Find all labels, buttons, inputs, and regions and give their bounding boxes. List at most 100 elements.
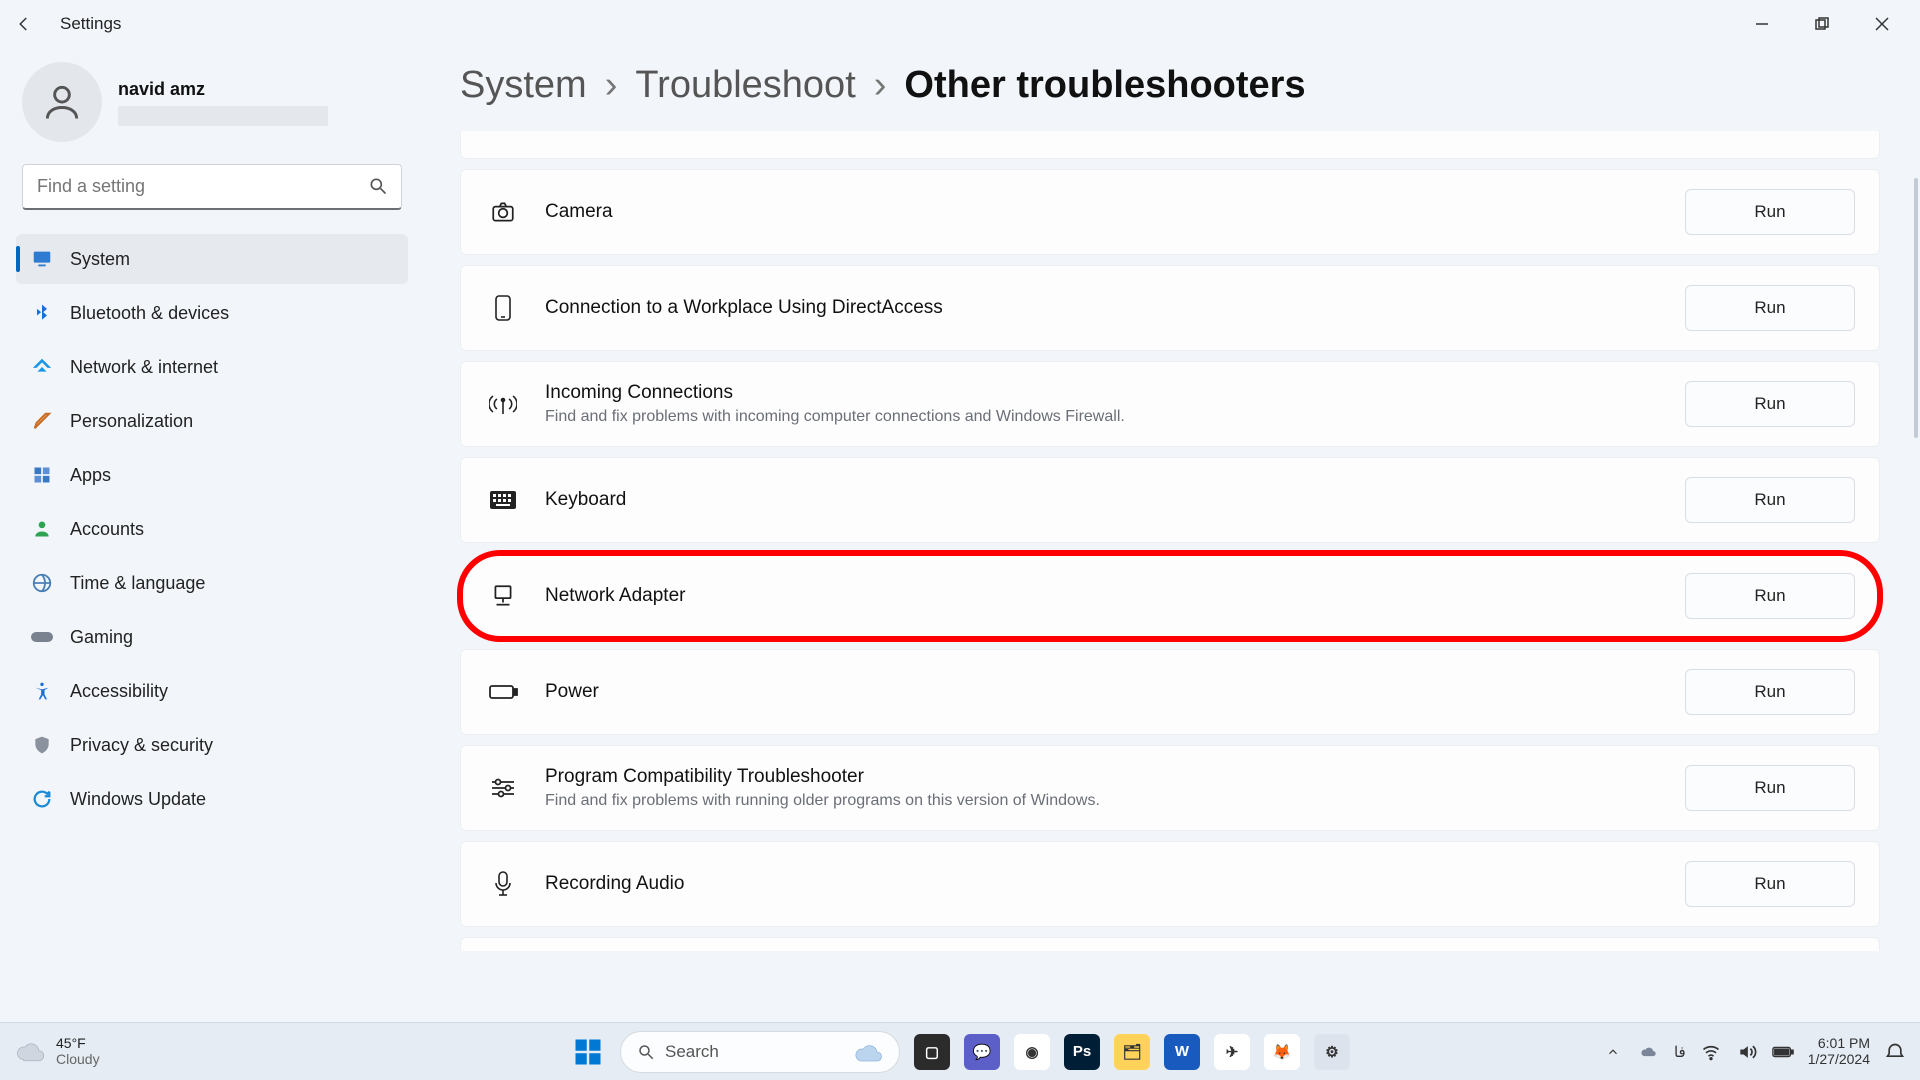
mic-icon: [485, 870, 521, 898]
system-tray: فا 6:01 PM 1/27/2024: [1602, 1036, 1906, 1067]
taskbar-app-word[interactable]: W: [1164, 1034, 1200, 1070]
nav-item-apps[interactable]: Apps: [16, 450, 408, 500]
taskbar-app-teams[interactable]: 💬: [964, 1034, 1000, 1070]
taskbar-app-task-view[interactable]: ▢: [914, 1034, 950, 1070]
nav-item-time-language[interactable]: Time & language: [16, 558, 408, 608]
weather-temp: 45°F: [56, 1036, 100, 1051]
nav-item-system[interactable]: System: [16, 234, 408, 284]
onedrive-icon[interactable]: [1638, 1042, 1660, 1062]
start-button[interactable]: [570, 1034, 606, 1070]
shield-icon: [30, 733, 54, 757]
run-button-network[interactable]: Run: [1685, 573, 1855, 619]
title-bar: Settings: [0, 0, 1920, 48]
nav-item-network-internet[interactable]: Network & internet: [16, 342, 408, 392]
antenna-icon: [485, 392, 521, 416]
nav-list: System Bluetooth & devices Network & inter…: [16, 234, 408, 824]
search-wrapper: [22, 164, 402, 210]
main-panel: System › Troubleshoot › Other troublesho…: [420, 48, 1920, 1022]
nav-item-label: Windows Update: [70, 789, 206, 810]
keyboard-icon: [485, 490, 521, 510]
run-button-keyboard[interactable]: Run: [1685, 477, 1855, 523]
troubleshooter-title: Camera: [545, 201, 1685, 223]
crumb-troubleshoot[interactable]: Troubleshoot: [635, 64, 855, 107]
nav-item-windows-update[interactable]: Windows Update: [16, 774, 408, 824]
taskbar-app-firefox[interactable]: 🦊: [1264, 1034, 1300, 1070]
battery-icon: [485, 683, 521, 701]
nav-item-label: Privacy & security: [70, 735, 213, 756]
crumb-system[interactable]: System: [460, 64, 587, 107]
cloud-icon: [853, 1040, 889, 1064]
weather-widget[interactable]: 45°F Cloudy: [14, 1036, 100, 1068]
taskbar-search-placeholder: Search: [665, 1042, 719, 1062]
scrollbar[interactable]: [1914, 178, 1918, 438]
taskbar: 45°F Cloudy Search ▢ 💬 ◉ Ps 🗂 W ✈ 🦊 ⚙: [0, 1022, 1920, 1080]
run-button-audio[interactable]: Run: [1685, 861, 1855, 907]
clock-time: 6:01 PM: [1818, 1036, 1870, 1051]
taskbar-app-telegram[interactable]: ✈: [1214, 1034, 1250, 1070]
profile-name: navid amz: [118, 79, 328, 100]
chevron-right-icon: ›: [874, 64, 887, 107]
sync-icon: [30, 787, 54, 811]
volume-icon[interactable]: [1736, 1042, 1758, 1062]
back-button[interactable]: [10, 10, 38, 38]
chevron-right-icon: ›: [605, 64, 618, 107]
run-button-camera[interactable]: Run: [1685, 189, 1855, 235]
close-button[interactable]: [1864, 10, 1900, 38]
troubleshooter-title: Connection to a Workplace Using DirectAc…: [545, 297, 1685, 319]
brush-icon: [30, 409, 54, 433]
troubleshooter-card-keyboard: KeyboardRun: [460, 457, 1880, 543]
battery-icon[interactable]: [1772, 1044, 1794, 1060]
troubleshooter-title: Incoming Connections: [545, 382, 1685, 404]
bluetooth-icon: [30, 301, 54, 325]
accessibility-icon: [30, 679, 54, 703]
clock[interactable]: 6:01 PM 1/27/2024: [1808, 1036, 1870, 1067]
troubleshooter-title: Recording Audio: [545, 873, 1685, 895]
nav-item-personalization[interactable]: Personalization: [16, 396, 408, 446]
nav-item-privacy-security[interactable]: Privacy & security: [16, 720, 408, 770]
run-button-incoming[interactable]: Run: [1685, 381, 1855, 427]
maximize-button[interactable]: [1804, 10, 1840, 38]
troubleshooter-card-partial: [460, 937, 1880, 951]
troubleshooter-card-network: Network AdapterRun: [460, 553, 1880, 639]
profile-block[interactable]: navid amz: [16, 62, 408, 142]
nav-item-label: Accessibility: [70, 681, 168, 702]
troubleshooter-title: Power: [545, 681, 1685, 703]
nav-item-label: Network & internet: [70, 357, 218, 378]
network-icon: [485, 583, 521, 609]
language-indicator[interactable]: فا: [1674, 1043, 1686, 1061]
nav-item-bluetooth-devices[interactable]: Bluetooth & devices: [16, 288, 408, 338]
nav-item-label: Accounts: [70, 519, 144, 540]
sidebar: navid amz System Bluetooth & devices Netwo…: [0, 48, 420, 1022]
page-title: Other troubleshooters: [904, 64, 1305, 107]
monitor-icon: [30, 247, 54, 271]
search-input[interactable]: [22, 164, 402, 210]
gamepad-icon: [30, 625, 54, 649]
nav-item-accounts[interactable]: Accounts: [16, 504, 408, 554]
troubleshooter-title: Program Compatibility Troubleshooter: [545, 766, 1685, 788]
run-button-power[interactable]: Run: [1685, 669, 1855, 715]
notifications-icon[interactable]: [1884, 1042, 1906, 1062]
nav-item-label: Personalization: [70, 411, 193, 432]
troubleshooter-card-workplace: Connection to a Workplace Using DirectAc…: [460, 265, 1880, 351]
run-button-compat[interactable]: Run: [1685, 765, 1855, 811]
nav-item-gaming[interactable]: Gaming: [16, 612, 408, 662]
wifi-icon[interactable]: [1700, 1042, 1722, 1062]
search-icon: [637, 1043, 655, 1061]
troubleshooter-desc: Find and fix problems with incoming comp…: [545, 408, 1685, 426]
breadcrumb: System › Troubleshoot › Other troublesho…: [460, 64, 1880, 107]
taskbar-app-settings[interactable]: ⚙: [1314, 1034, 1350, 1070]
tray-expand-icon[interactable]: [1602, 1045, 1624, 1059]
minimize-button[interactable]: [1744, 10, 1780, 38]
troubleshooter-title: Keyboard: [545, 489, 1685, 511]
troubleshooter-card-compat: Program Compatibility TroubleshooterFind…: [460, 745, 1880, 831]
nav-item-label: Gaming: [70, 627, 133, 648]
troubleshooter-card-power: PowerRun: [460, 649, 1880, 735]
nav-item-accessibility[interactable]: Accessibility: [16, 666, 408, 716]
taskbar-app-chrome[interactable]: ◉: [1014, 1034, 1050, 1070]
taskbar-app-file-explorer[interactable]: 🗂: [1114, 1034, 1150, 1070]
taskbar-app-photoshop[interactable]: Ps: [1064, 1034, 1100, 1070]
nav-item-label: Bluetooth & devices: [70, 303, 229, 324]
run-button-workplace[interactable]: Run: [1685, 285, 1855, 331]
taskbar-search[interactable]: Search: [620, 1031, 900, 1073]
troubleshooter-card-camera: CameraRun: [460, 169, 1880, 255]
